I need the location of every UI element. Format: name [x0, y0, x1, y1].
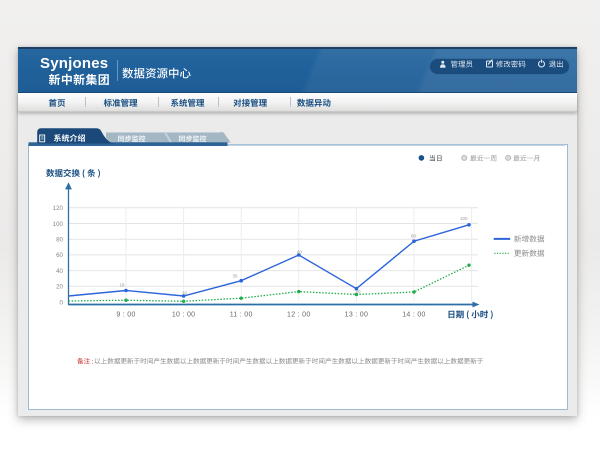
svg-text:60: 60 [56, 252, 63, 259]
svg-text:14 : 00: 14 : 00 [402, 312, 426, 319]
svg-text:9 : 00: 9 : 00 [116, 312, 135, 319]
svg-text:20: 20 [356, 289, 362, 294]
svg-text:60: 60 [297, 250, 303, 255]
svg-text:100: 100 [53, 221, 64, 228]
svg-text:18: 18 [120, 283, 126, 288]
svg-text:11 : 00: 11 : 00 [230, 312, 253, 319]
svg-text:120: 120 [53, 205, 64, 212]
svg-text:80: 80 [56, 237, 63, 244]
svg-text:10: 10 [182, 291, 188, 296]
svg-text:20: 20 [56, 284, 63, 291]
svg-text:80: 80 [411, 234, 417, 239]
svg-text:0: 0 [60, 299, 64, 306]
svg-text:35: 35 [233, 274, 239, 279]
svg-text:12 : 00: 12 : 00 [287, 312, 311, 319]
svg-text:10 : 00: 10 : 00 [172, 312, 196, 319]
svg-text:40: 40 [56, 268, 63, 275]
svg-text:100: 100 [460, 216, 468, 221]
svg-text:13 : 00: 13 : 00 [345, 312, 369, 319]
